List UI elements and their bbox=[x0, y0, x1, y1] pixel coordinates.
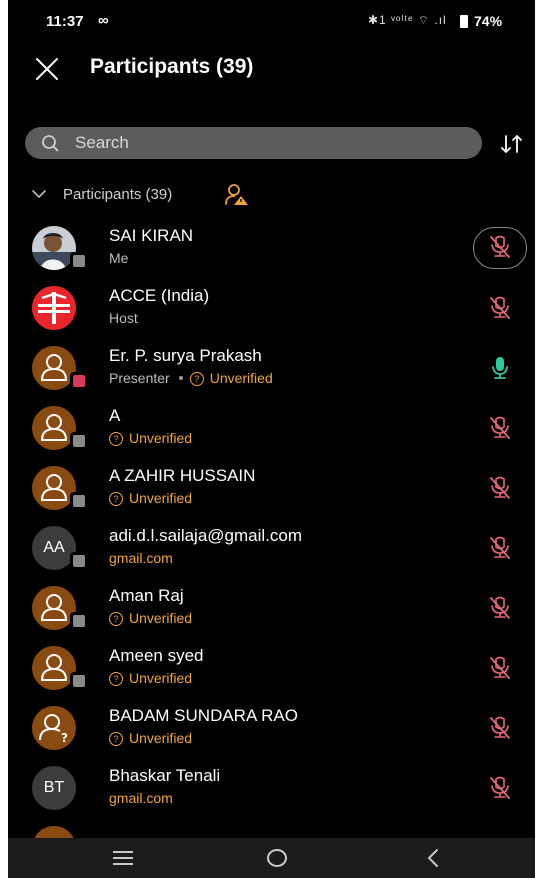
participant-role: Me bbox=[109, 250, 129, 266]
avatar: ? bbox=[32, 706, 76, 750]
mute-toggle-button[interactable] bbox=[473, 227, 527, 269]
participant-row[interactable]: ? BADAM SUNDARA RAO ? Unverified bbox=[8, 698, 535, 758]
person-question-icon: ? bbox=[39, 714, 68, 745]
role-label: Presenter bbox=[109, 370, 170, 386]
question-icon: ? bbox=[109, 432, 123, 446]
search-input[interactable]: Search bbox=[25, 127, 482, 159]
unverified-status: ? Unverified bbox=[109, 730, 192, 746]
question-icon: ? bbox=[109, 732, 123, 746]
mic-muted-icon bbox=[490, 235, 510, 258]
unverified-status: ? Unverified bbox=[109, 610, 192, 626]
participant-name: A ZAHIR HUSSAIN bbox=[109, 466, 256, 485]
participant-name: A bbox=[109, 406, 121, 425]
close-icon bbox=[36, 58, 58, 80]
participant-row[interactable]: Aman Raj ? Unverified bbox=[8, 578, 535, 638]
participant-name: Ameen syed bbox=[109, 646, 204, 665]
system-nav-bar bbox=[8, 838, 535, 878]
unverified-status: ? Unverified bbox=[109, 490, 192, 506]
participant-name: Er. P. surya Prakash bbox=[109, 346, 262, 365]
battery-percent: 74% bbox=[474, 13, 503, 29]
participant-row[interactable]: BT Bhaskar Tenali gmail.com bbox=[8, 758, 535, 818]
device-badge-icon bbox=[70, 252, 88, 270]
presenter-badge-icon bbox=[70, 372, 88, 390]
participant-name: ACCE (India) bbox=[109, 286, 210, 305]
avatar: BT bbox=[32, 766, 76, 810]
section-label: Participants (39) bbox=[63, 186, 173, 203]
participant-name: Bhaskar Tenali bbox=[109, 766, 221, 785]
menu-icon[interactable] bbox=[111, 850, 135, 866]
chevron-down-icon bbox=[32, 190, 46, 199]
participant-row[interactable]: AA adi.d.l.sailaja@gmail.com gmail.com bbox=[8, 518, 535, 578]
mic-active-icon[interactable] bbox=[488, 355, 512, 381]
sort-button[interactable] bbox=[498, 132, 526, 156]
device-badge-icon bbox=[70, 672, 88, 690]
unverified-label: Unverified bbox=[129, 730, 193, 746]
question-icon: ? bbox=[109, 672, 123, 686]
unverified-label: Unverified bbox=[129, 430, 193, 446]
mic-muted-icon[interactable] bbox=[488, 295, 512, 321]
question-icon: ? bbox=[189, 372, 204, 386]
mic-muted-icon[interactable] bbox=[488, 535, 512, 561]
participant-row[interactable]: A ZAHIR HUSSAIN ? Unverified bbox=[8, 458, 535, 518]
participant-name: SAI KIRAN bbox=[109, 226, 194, 245]
mic-muted-icon[interactable] bbox=[488, 415, 512, 441]
separator-dot bbox=[178, 376, 183, 380]
unverified-label: Unverified bbox=[209, 370, 273, 386]
avatar bbox=[32, 286, 76, 330]
participant-domain: gmail.com bbox=[109, 790, 173, 806]
unverified-status: ? Unverified bbox=[109, 430, 192, 446]
page-title: Participants (39) bbox=[90, 55, 254, 78]
device-badge-icon bbox=[70, 492, 88, 510]
phone-screen: 11:37 ∞ ✱1 ᵛᵒˡᵗᵉ ⌔ .ıl 74% Participants … bbox=[8, 0, 535, 878]
mic-muted-icon[interactable] bbox=[488, 715, 512, 741]
participant-name: Aman Raj bbox=[109, 586, 184, 605]
participants-section-toggle[interactable]: Participants (39) bbox=[32, 183, 292, 209]
host-logo bbox=[32, 286, 76, 330]
status-time: 11:37 bbox=[46, 13, 84, 30]
home-icon[interactable] bbox=[266, 848, 288, 868]
participant-role: Host bbox=[109, 310, 138, 326]
question-icon: ? bbox=[109, 612, 123, 626]
participant-row[interactable]: Ameen syed ? Unverified bbox=[8, 638, 535, 698]
device-badge-icon bbox=[70, 612, 88, 630]
avatar-initials: BT bbox=[43, 779, 65, 796]
svg-text:?: ? bbox=[61, 731, 68, 745]
participant-row[interactable]: Er. P. surya Prakash Presenter? Unverifie… bbox=[8, 338, 535, 398]
unverified-label: Unverified bbox=[129, 490, 193, 506]
participant-row[interactable]: SAI KIRAN Me bbox=[8, 218, 535, 278]
battery-icon bbox=[460, 15, 468, 28]
question-icon: ? bbox=[109, 492, 123, 506]
unverified-status: ? Unverified bbox=[189, 370, 273, 386]
unverified-label: Unverified bbox=[129, 610, 193, 626]
participant-row[interactable]: A ? Unverified bbox=[8, 398, 535, 458]
search-placeholder: Search bbox=[75, 133, 129, 152]
participant-name: adi.d.l.sailaja@gmail.com bbox=[109, 526, 303, 545]
person-warning-icon bbox=[225, 184, 248, 205]
mic-muted-icon[interactable] bbox=[488, 475, 512, 501]
participant-row[interactable]: ACCE (India) Host bbox=[8, 278, 535, 338]
signal-icons: ✱1 ᵛᵒˡᵗᵉ ⌔ .ıl bbox=[368, 13, 447, 27]
unverified-status: ? Unverified bbox=[109, 670, 192, 686]
participant-name: BADAM SUNDARA RAO bbox=[109, 706, 298, 725]
unverified-label: Unverified bbox=[129, 670, 193, 686]
mic-muted-icon[interactable] bbox=[488, 655, 512, 681]
mic-muted-icon[interactable] bbox=[488, 775, 512, 801]
participant-role: Presenter? Unverified bbox=[109, 370, 273, 386]
close-button[interactable] bbox=[32, 54, 62, 84]
participant-domain: gmail.com bbox=[109, 550, 173, 566]
search-icon bbox=[42, 135, 59, 152]
mic-muted-icon[interactable] bbox=[488, 595, 512, 621]
infinity-icon: ∞ bbox=[98, 12, 109, 29]
back-icon[interactable] bbox=[424, 847, 442, 869]
device-badge-icon bbox=[70, 552, 88, 570]
device-badge-icon bbox=[70, 432, 88, 450]
status-bar: 11:37 ∞ ✱1 ᵛᵒˡᵗᵉ ⌔ .ıl 74% bbox=[8, 0, 535, 40]
sort-icon bbox=[501, 135, 522, 153]
